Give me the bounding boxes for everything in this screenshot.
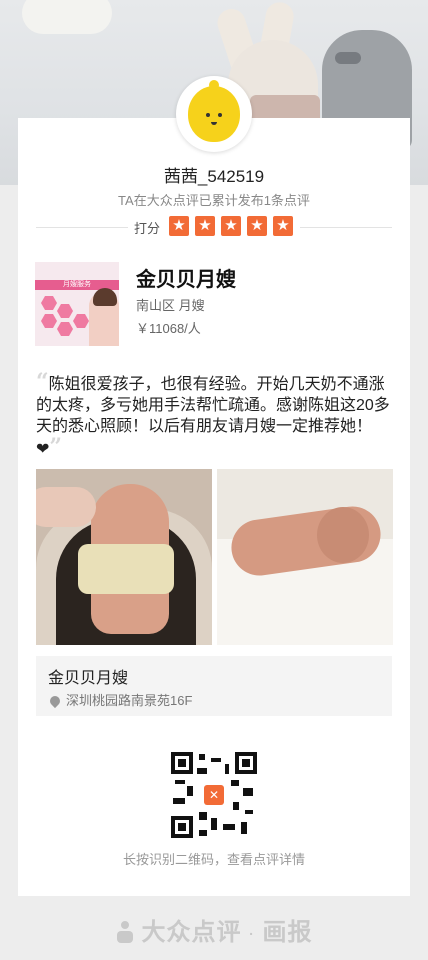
shop-location: 南山区 月嫂 — [136, 298, 205, 313]
qr-module — [223, 824, 235, 830]
star-icon: ★ — [247, 216, 267, 236]
towel — [78, 544, 174, 594]
address-text: 深圳桃园路南景苑16F — [66, 693, 193, 708]
hex-shape — [73, 314, 89, 328]
gray-toy-detail — [335, 52, 361, 64]
rating-row: 打分 ★ ★ ★ ★ ★ — [0, 216, 428, 238]
qr-finder-core — [178, 823, 186, 831]
open-quote-icon: “ — [36, 369, 49, 395]
dianping-logo-icon: ✕ — [204, 785, 224, 805]
shop-name[interactable]: 金贝贝月嫂 — [136, 263, 236, 292]
avatar-eye — [218, 113, 222, 117]
user-summary: TA在大众点评已累计发布1条点评 — [118, 193, 310, 208]
review-photo-2[interactable] — [217, 469, 393, 645]
mother-hair — [93, 288, 117, 306]
hex-shape — [41, 296, 57, 310]
adult-hand — [36, 487, 96, 527]
qr-module — [173, 798, 185, 804]
close-quote-icon: ” — [49, 434, 63, 460]
qr-module — [243, 788, 253, 796]
star-icon: ★ — [195, 216, 215, 236]
address-shop-name: 金贝贝月嫂 — [48, 670, 129, 687]
dianping-person-icon — [115, 921, 135, 943]
shop-thumbnail[interactable]: 月嫂服务 — [35, 262, 119, 346]
qr-module — [241, 822, 247, 834]
qr-module — [199, 830, 207, 836]
rating-divider-right — [300, 227, 392, 228]
qr-module — [197, 768, 207, 774]
address-box[interactable]: 金贝贝月嫂 深圳桃园路南景苑16F — [36, 656, 392, 716]
rating-label: 打分 — [134, 221, 161, 236]
star-icon: ★ — [273, 216, 293, 236]
avatar-mouth — [211, 122, 217, 125]
brand-sub: 画报 — [262, 919, 313, 946]
qr-finder-core — [242, 759, 250, 767]
rating-divider-left — [36, 227, 128, 228]
heart-emoji: ❤ — [36, 441, 50, 458]
hex-shape — [57, 304, 73, 318]
review-text-block: “陈姐很爱孩子，也很有经验。开始几天奶不通涨的太疼，多亏她用手法帮忙疏通。感谢陈… — [36, 369, 394, 460]
pillow-shape — [22, 0, 112, 34]
qr-module — [199, 754, 205, 760]
qr-module — [187, 786, 193, 796]
qr-module — [231, 780, 239, 786]
review-photo-1[interactable] — [36, 469, 212, 645]
qr-module — [225, 764, 229, 774]
location-pin-icon — [47, 693, 63, 709]
lemon-avatar-icon — [188, 80, 240, 142]
avatar-eye — [206, 113, 210, 117]
qr-finder-core — [178, 759, 186, 767]
shop-price: ￥11068/人 — [136, 321, 201, 336]
star-icon: ★ — [221, 216, 241, 236]
qr-code[interactable]: ✕ — [171, 752, 257, 838]
qr-module — [211, 758, 221, 762]
baby-head — [317, 507, 369, 563]
qr-module — [211, 818, 217, 830]
hex-shape — [57, 322, 73, 336]
qr-module — [175, 780, 185, 784]
brand-separator-dot: · — [249, 925, 255, 942]
qr-hint: 长按识别二维码，查看点评详情 — [122, 852, 305, 867]
user-name[interactable]: 茜茜_542519 — [0, 162, 428, 187]
qr-module — [199, 812, 207, 820]
qr-module — [233, 802, 239, 810]
star-icon: ★ — [169, 216, 189, 236]
user-avatar[interactable] — [176, 76, 252, 152]
qr-module — [245, 810, 253, 814]
review-text: 陈姐很爱孩子，也很有经验。开始几天奶不通涨的太疼，多亏她用手法帮忙疏通。感谢陈姐… — [36, 376, 390, 435]
brand-name: 大众点评 — [141, 919, 242, 946]
hex-shape — [41, 314, 57, 328]
footer-brand: 大众点评 · 画报 — [0, 912, 428, 947]
address-line: 深圳桃园路南景苑16F — [47, 690, 193, 709]
